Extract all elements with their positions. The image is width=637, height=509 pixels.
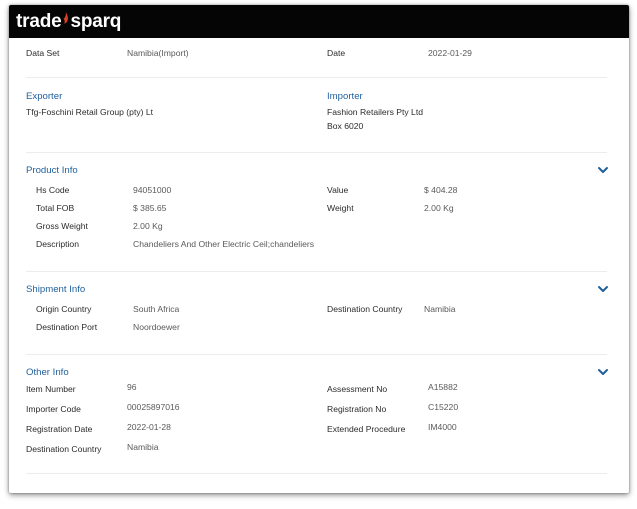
importer-name: Fashion Retailers Pty Ltd [327,107,424,117]
total-fob-label: Total FOB [36,203,75,213]
weight-label: Weight [327,203,354,213]
assessment-no-value: A15882 [428,382,458,392]
record-detail-window: trade sparq Data Set Namibia(Import) Dat… [9,5,629,493]
chevron-down-icon[interactable] [597,284,609,294]
divider [26,77,607,78]
destination-port-value: Noordoewer [133,322,180,332]
divider [26,354,607,355]
destination-port-label: Destination Port [36,322,98,332]
origin-country-label: Origin Country [36,304,92,314]
flame-icon [62,12,69,28]
divider [26,271,607,272]
hs-code-label: Hs Code [36,185,70,195]
top-bar: trade sparq [9,5,629,38]
tradesparq-logo[interactable]: trade sparq [16,9,121,35]
weight-value: 2.00 Kg [424,203,454,213]
importer-address: Box 6020 [327,121,364,131]
registration-no-value: C15220 [428,402,459,412]
logo-text-sparq: sparq [70,11,122,32]
dataset-value: Namibia(Import) [127,48,189,58]
value-label: Value [327,185,349,195]
divider [26,473,607,474]
origin-country-value: South Africa [133,304,180,314]
destination-country-label: Destination Country [327,304,403,314]
extended-procedure-value: IM4000 [428,422,457,432]
registration-date-label: Registration Date [26,424,93,434]
item-number-label: Item Number [26,384,76,394]
chevron-down-icon[interactable] [597,367,609,377]
destination-country-value: Namibia [424,304,456,314]
value-value: $ 404.28 [424,185,458,195]
logo-text-trade: trade [16,11,62,32]
product-info-title: Product Info [26,165,78,176]
registration-no-label: Registration No [327,404,387,414]
description-value: Chandeliers And Other Electric Ceil;chan… [133,239,315,249]
importer-title: Importer [327,91,363,102]
destination-country-value: Namibia [127,442,159,452]
exporter-title: Exporter [26,91,63,102]
assessment-no-label: Assessment No [327,384,388,394]
registration-date-value: 2022-01-28 [127,422,171,432]
total-fob-value: $ 385.65 [133,203,167,213]
destination-country-label: Destination Country [26,444,102,454]
hs-code-value: 94051000 [133,185,172,195]
chevron-down-icon[interactable] [597,165,609,175]
importer-code-label: Importer Code [26,404,81,414]
description-label: Description [36,239,79,249]
exporter-name: Tfg-Foschini Retail Group (pty) Lt [26,107,154,117]
other-info-title: Other Info [26,367,69,378]
gross-weight-label: Gross Weight [36,221,88,231]
date-value: 2022-01-29 [428,48,472,58]
date-label: Date [327,48,346,58]
extended-procedure-label: Extended Procedure [327,424,406,434]
importer-code-value: 00025897016 [127,402,180,412]
detail-content: Data Set Namibia(Import) Date 2022-01-29… [9,38,629,493]
item-number-value: 96 [127,382,137,392]
dataset-label: Data Set [26,48,60,58]
divider [26,152,607,153]
gross-weight-value: 2.00 Kg [133,221,163,231]
shipment-info-title: Shipment Info [26,284,86,295]
